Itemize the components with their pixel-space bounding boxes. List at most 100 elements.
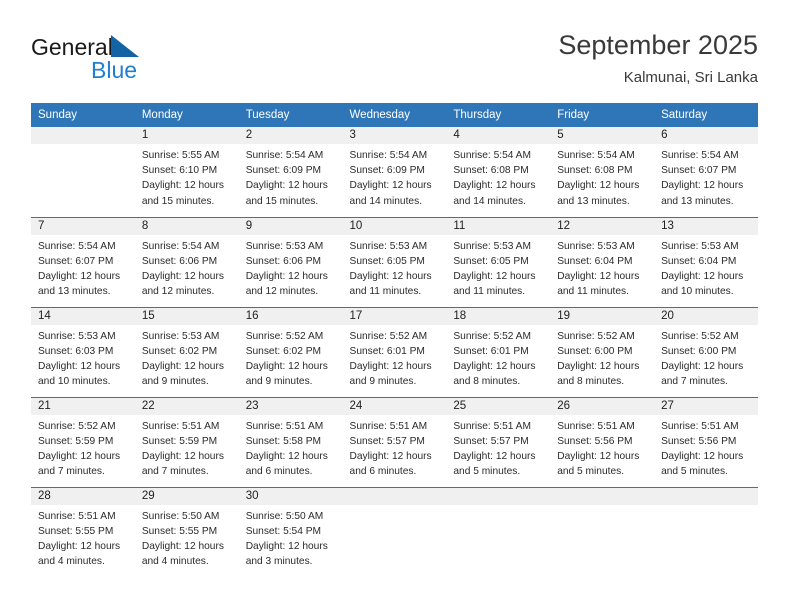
day-cell: 28 Sunrise: 5:51 AM Sunset: 5:55 PM Dayligh… — [31, 487, 135, 578]
calendar-day-cell[interactable]: 26 Sunrise: 5:51 AM Sunset: 5:56 PM Dayligh… — [550, 396, 655, 487]
daylight-text-cont: and 12 minutes. — [245, 286, 319, 298]
calendar-day-cell[interactable]: 30 Sunrise: 5:50 AM Sunset: 5:54 PM Dayligh… — [238, 486, 343, 577]
calendar-day-cell[interactable]: 22 Sunrise: 5:51 AM Sunset: 5:59 PM Dayligh… — [134, 396, 239, 487]
daylight-text: Daylight: 12 hours — [349, 180, 432, 192]
calendar-day-cell[interactable]: 21 Sunrise: 5:52 AM Sunset: 5:59 PM Dayligh… — [31, 396, 135, 487]
day-cell: 9 Sunrise: 5:53 AM Sunset: 6:06 PM Daylight… — [238, 217, 343, 307]
day-details: Sunrise: 5:52 AM Sunset: 6:00 PM Daylight:… — [550, 325, 654, 390]
daylight-text: Daylight: 12 hours — [245, 360, 328, 372]
calendar-day-cell[interactable]: 16 Sunrise: 5:52 AM Sunset: 6:02 PM Dayligh… — [238, 306, 343, 397]
calendar-day-cell[interactable]: 14 Sunrise: 5:53 AM Sunset: 6:03 PM Dayligh… — [31, 306, 135, 397]
sunrise-text: Sunrise: 5:52 AM — [245, 330, 324, 342]
daylight-text-cont: and 11 minutes. — [349, 286, 422, 298]
calendar-day-cell[interactable]: 3 Sunrise: 5:54 AM Sunset: 6:09 PM Daylight… — [342, 127, 447, 217]
day-cell: 17 Sunrise: 5:52 AM Sunset: 6:01 PM Dayligh… — [342, 307, 447, 397]
calendar-day-cell[interactable] — [446, 486, 551, 577]
day-details: Sunrise: 5:51 AM Sunset: 5:59 PM Daylight:… — [135, 415, 239, 480]
day-cell: 24 Sunrise: 5:51 AM Sunset: 5:57 PM Dayligh… — [342, 397, 447, 487]
sunrise-text: Sunrise: 5:53 AM — [141, 330, 220, 342]
calendar-day-cell[interactable]: 8 Sunrise: 5:54 AM Sunset: 6:06 PM Daylight… — [134, 216, 239, 307]
calendar-day-cell[interactable]: 7 Sunrise: 5:54 AM Sunset: 6:07 PM Daylight… — [31, 216, 135, 307]
sunrise-text: Sunrise: 5:54 AM — [245, 150, 324, 161]
daylight-text: Daylight: 12 hours — [661, 450, 744, 462]
calendar-day-cell[interactable]: 28 Sunrise: 5:51 AM Sunset: 5:55 PM Dayligh… — [31, 486, 135, 578]
day-cell: 15 Sunrise: 5:53 AM Sunset: 6:02 PM Dayligh… — [134, 307, 239, 397]
day-cell-empty — [31, 127, 135, 217]
calendar-day-cell[interactable]: 9 Sunrise: 5:53 AM Sunset: 6:06 PM Daylight… — [238, 216, 343, 307]
daylight-text: Daylight: 12 hours — [453, 360, 536, 372]
calendar-day-cell[interactable] — [654, 486, 758, 577]
calendar-week-row: 21 Sunrise: 5:52 AM Sunset: 5:59 PM Dayligh… — [31, 396, 758, 487]
sunset-text: Sunset: 6:10 PM — [141, 165, 218, 177]
day-details: Sunrise: 5:52 AM Sunset: 6:01 PM Daylight:… — [343, 325, 447, 390]
day-number — [31, 127, 135, 144]
sunset-text: Sunset: 6:09 PM — [245, 165, 322, 177]
day-details: Sunrise: 5:51 AM Sunset: 5:55 PM Daylight:… — [31, 505, 135, 570]
sunset-text: Sunset: 6:08 PM — [453, 165, 529, 177]
calendar-day-cell[interactable]: 25 Sunrise: 5:51 AM Sunset: 5:57 PM Dayligh… — [446, 396, 551, 487]
sunset-text: Sunset: 6:07 PM — [661, 165, 737, 177]
calendar-day-cell[interactable]: 11 Sunrise: 5:53 AM Sunset: 6:05 PM Dayligh… — [446, 216, 551, 307]
daylight-text: Daylight: 12 hours — [141, 270, 224, 282]
day-number: 23 — [238, 397, 343, 415]
day-cell: 26 Sunrise: 5:51 AM Sunset: 5:56 PM Dayligh… — [550, 397, 655, 487]
calendar-day-cell[interactable] — [550, 486, 655, 577]
calendar-day-cell[interactable]: 23 Sunrise: 5:51 AM Sunset: 5:58 PM Dayligh… — [238, 396, 343, 487]
day-cell: 19 Sunrise: 5:52 AM Sunset: 6:00 PM Dayligh… — [550, 307, 655, 397]
day-cell: 20 Sunrise: 5:52 AM Sunset: 6:00 PM Dayligh… — [654, 307, 758, 397]
weekday-header-thursday: Thursday — [446, 103, 551, 127]
weekday-header-wednesday: Wednesday — [342, 103, 447, 127]
calendar-day-cell[interactable]: 29 Sunrise: 5:50 AM Sunset: 5:55 PM Dayligh… — [134, 486, 239, 577]
calendar-day-cell[interactable] — [342, 486, 447, 577]
calendar-day-cell[interactable]: 4 Sunrise: 5:54 AM Sunset: 6:08 PM Daylight… — [446, 127, 551, 217]
calendar-day-cell[interactable]: 19 Sunrise: 5:52 AM Sunset: 6:00 PM Dayligh… — [550, 306, 655, 397]
calendar-day-cell[interactable]: 18 Sunrise: 5:52 AM Sunset: 6:01 PM Dayligh… — [446, 306, 551, 397]
day-number: 24 — [342, 397, 447, 415]
day-details: Sunrise: 5:55 AM Sunset: 6:10 PM Daylight:… — [135, 144, 239, 209]
day-cell: 8 Sunrise: 5:54 AM Sunset: 6:06 PM Daylight… — [134, 217, 239, 307]
general-blue-logo[interactable]: General Blue — [31, 34, 231, 90]
day-number — [550, 487, 655, 505]
sunrise-text: Sunrise: 5:51 AM — [453, 420, 531, 432]
day-number — [654, 487, 758, 505]
day-details: Sunrise: 5:53 AM Sunset: 6:04 PM Daylight:… — [654, 235, 758, 300]
sunset-text: Sunset: 5:59 PM — [141, 435, 218, 447]
daylight-text: Daylight: 12 hours — [38, 450, 121, 462]
calendar-day-cell[interactable]: 17 Sunrise: 5:52 AM Sunset: 6:01 PM Dayligh… — [342, 306, 447, 397]
calendar-body: 1 Sunrise: 5:55 AM Sunset: 6:10 PM Daylight… — [31, 127, 758, 577]
calendar-day-cell[interactable]: 1 Sunrise: 5:55 AM Sunset: 6:10 PM Daylight… — [134, 127, 239, 217]
calendar-day-cell[interactable]: 20 Sunrise: 5:52 AM Sunset: 6:00 PM Dayligh… — [654, 306, 758, 397]
sunset-text: Sunset: 5:58 PM — [245, 435, 322, 447]
daylight-text: Daylight: 12 hours — [245, 540, 328, 552]
calendar-day-cell[interactable]: 2 Sunrise: 5:54 AM Sunset: 6:09 PM Daylight… — [238, 127, 343, 217]
calendar-day-cell[interactable]: 24 Sunrise: 5:51 AM Sunset: 5:57 PM Dayligh… — [342, 396, 447, 487]
sunset-text: Sunset: 6:06 PM — [141, 255, 218, 267]
calendar-day-cell[interactable]: 5 Sunrise: 5:54 AM Sunset: 6:08 PM Daylight… — [550, 127, 655, 217]
calendar-day-cell[interactable]: 6 Sunrise: 5:54 AM Sunset: 6:07 PM Daylight… — [654, 127, 758, 217]
day-number: 10 — [342, 217, 447, 235]
sunset-text: Sunset: 6:03 PM — [38, 345, 114, 357]
calendar-day-cell[interactable]: 13 Sunrise: 5:53 AM Sunset: 6:04 PM Dayligh… — [654, 216, 758, 307]
sunrise-text: Sunrise: 5:52 AM — [661, 330, 739, 342]
sunrise-text: Sunrise: 5:51 AM — [661, 420, 739, 432]
calendar-day-cell[interactable]: 15 Sunrise: 5:53 AM Sunset: 6:02 PM Dayligh… — [134, 306, 239, 397]
daylight-text-cont: and 9 minutes. — [141, 376, 209, 388]
sunrise-text: Sunrise: 5:53 AM — [349, 240, 428, 252]
sunrise-text: Sunrise: 5:50 AM — [141, 510, 220, 522]
day-cell: 21 Sunrise: 5:52 AM Sunset: 5:59 PM Dayligh… — [31, 397, 135, 487]
sunset-text: Sunset: 6:01 PM — [349, 345, 425, 357]
daylight-text-cont: and 15 minutes. — [141, 195, 215, 207]
day-cell: 14 Sunrise: 5:53 AM Sunset: 6:03 PM Dayligh… — [31, 307, 135, 397]
day-cell: 7 Sunrise: 5:54 AM Sunset: 6:07 PM Daylight… — [31, 217, 135, 307]
calendar-week-row: 28 Sunrise: 5:51 AM Sunset: 5:55 PM Dayligh… — [31, 486, 758, 578]
daylight-text-cont: and 12 minutes. — [141, 286, 215, 298]
day-number: 17 — [342, 307, 447, 325]
calendar-day-cell[interactable]: 10 Sunrise: 5:53 AM Sunset: 6:05 PM Dayligh… — [342, 216, 447, 307]
calendar-day-cell[interactable]: 12 Sunrise: 5:53 AM Sunset: 6:04 PM Dayligh… — [550, 216, 655, 307]
calendar-day-cell[interactable] — [31, 127, 135, 217]
day-cell: 22 Sunrise: 5:51 AM Sunset: 5:59 PM Dayligh… — [134, 397, 239, 487]
weekday-header-friday: Friday — [550, 103, 655, 127]
calendar-week-row: 14 Sunrise: 5:53 AM Sunset: 6:03 PM Dayligh… — [31, 306, 758, 397]
day-details: Sunrise: 5:53 AM Sunset: 6:05 PM Daylight:… — [446, 235, 550, 300]
calendar-day-cell[interactable]: 27 Sunrise: 5:51 AM Sunset: 5:56 PM Dayligh… — [654, 396, 758, 487]
